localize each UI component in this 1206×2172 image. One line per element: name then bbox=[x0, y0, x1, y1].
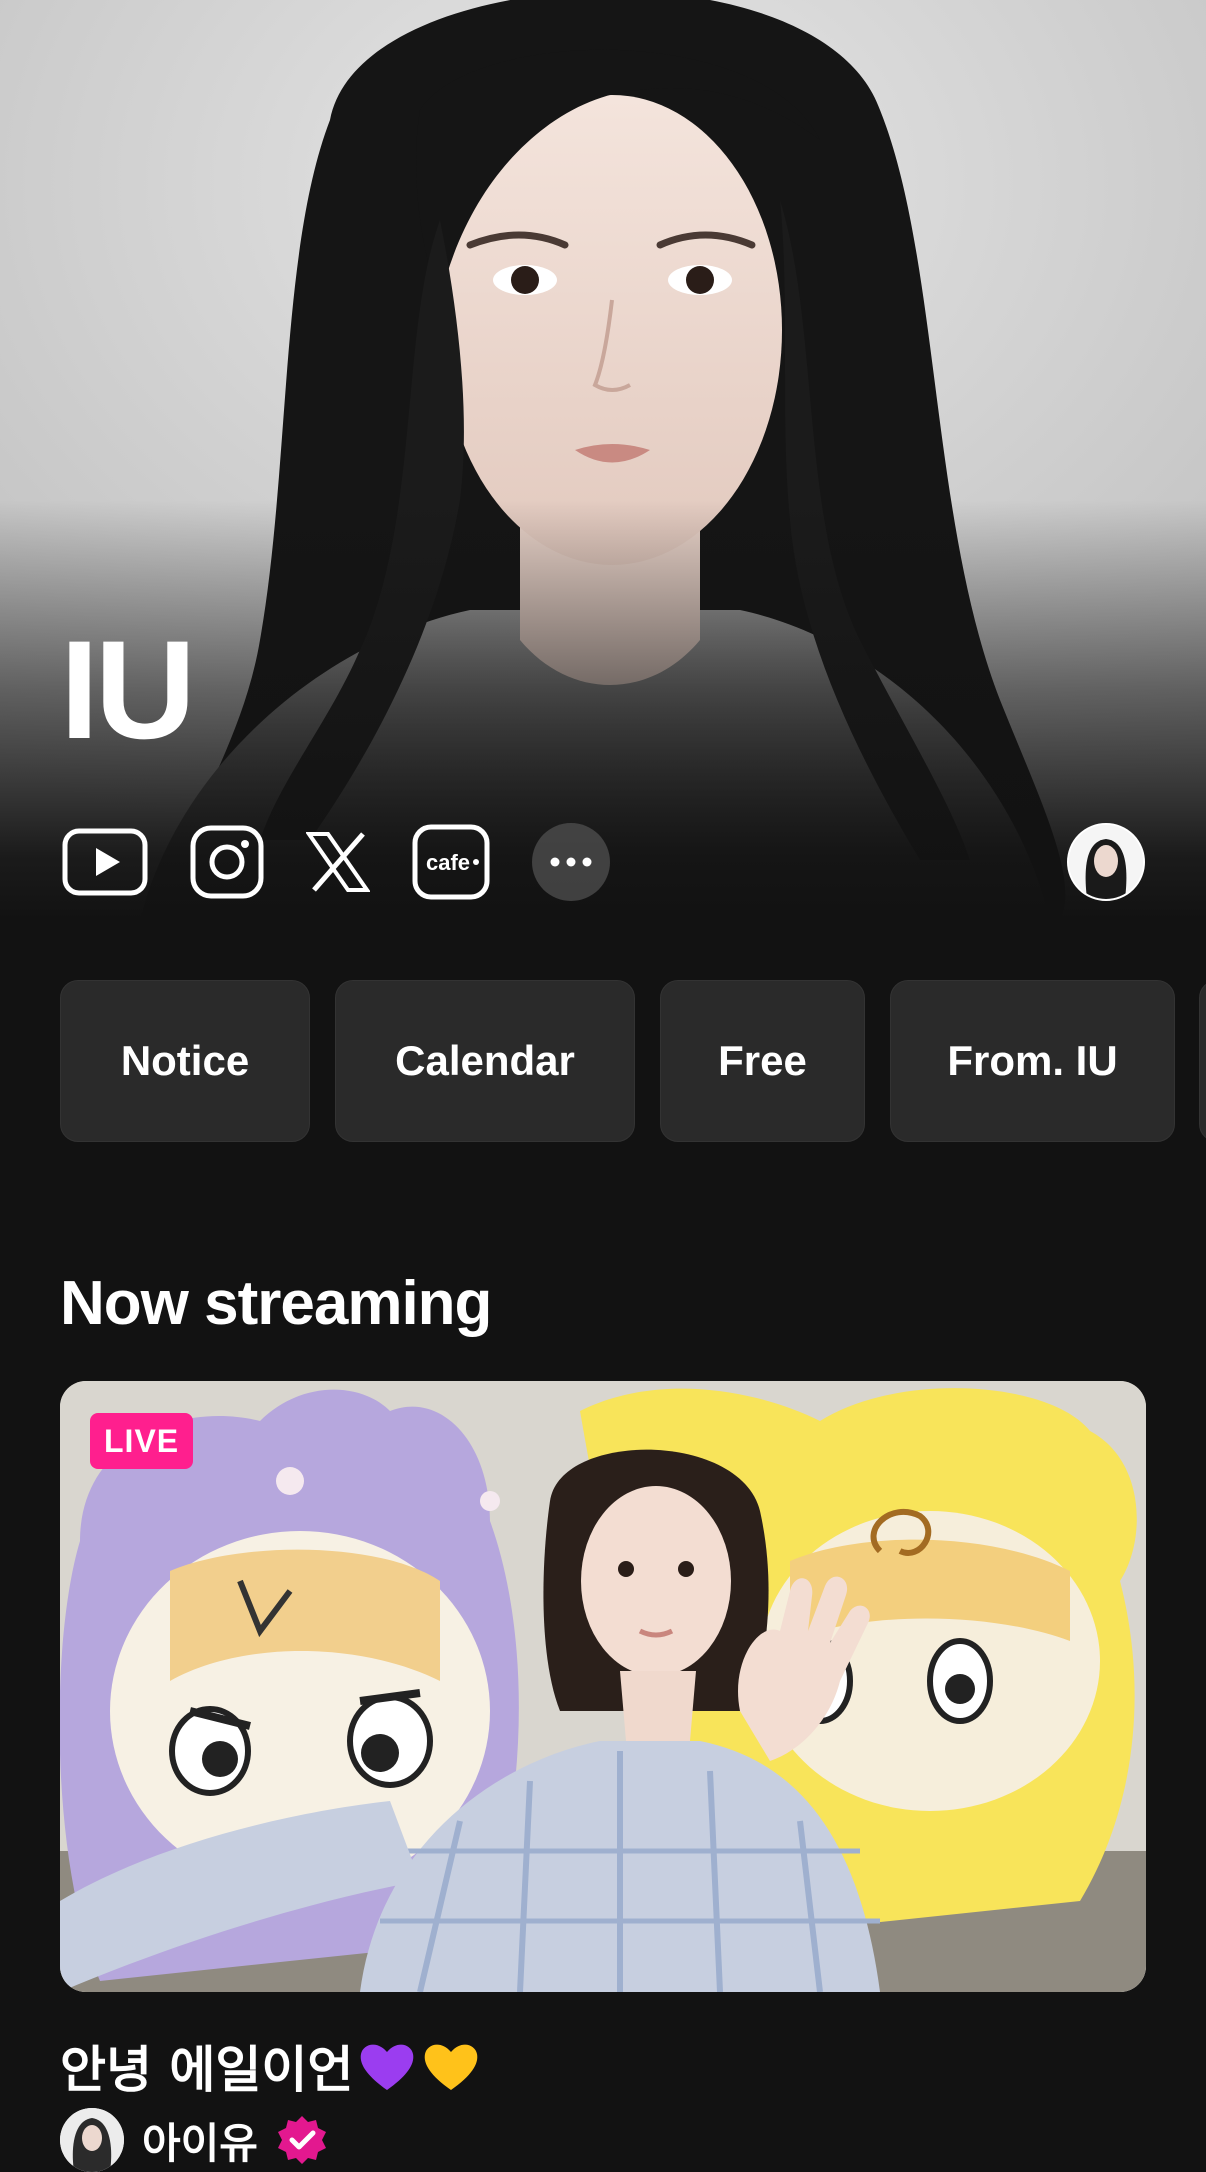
tab-calendar[interactable]: Calendar bbox=[335, 980, 635, 1142]
live-badge: LIVE bbox=[90, 1413, 194, 1469]
social-links: cafe bbox=[62, 822, 610, 902]
profile-avatar[interactable] bbox=[1067, 823, 1145, 901]
live-stream-thumbnail[interactable]: LIVE bbox=[60, 1381, 1146, 1992]
x-icon[interactable] bbox=[306, 831, 370, 893]
purple-heart-icon bbox=[361, 2044, 414, 2090]
board-tabs: Notice Calendar Free From. IU bbox=[60, 980, 1175, 1142]
instagram-icon[interactable] bbox=[190, 825, 264, 899]
tab-overflow-peek[interactable] bbox=[1199, 980, 1206, 1142]
author-name: 아이유 bbox=[142, 2118, 258, 2168]
tab-from-iu[interactable]: From. IU bbox=[890, 980, 1175, 1142]
verified-badge-icon bbox=[277, 2116, 326, 2164]
artist-header: IU cafe bbox=[0, 0, 1206, 920]
more-icon[interactable] bbox=[532, 823, 610, 901]
stream-title[interactable]: 안녕 에일이언 bbox=[60, 2030, 481, 2102]
section-title-now-streaming: Now streaming bbox=[60, 1269, 492, 1338]
cafe-icon-label: cafe bbox=[426, 850, 470, 875]
author-avatar bbox=[60, 2108, 124, 2172]
stream-thumbnail-image bbox=[60, 1381, 1146, 1992]
cafe-icon[interactable]: cafe bbox=[412, 824, 490, 900]
tab-free[interactable]: Free bbox=[660, 980, 865, 1142]
youtube-icon[interactable] bbox=[62, 828, 148, 896]
tab-notice[interactable]: Notice bbox=[60, 980, 310, 1142]
artist-name: IU bbox=[60, 611, 196, 768]
stream-author[interactable]: 아이유 bbox=[60, 2108, 328, 2172]
yellow-heart-icon bbox=[425, 2044, 478, 2090]
stream-title-text: 안녕 에일이언 bbox=[60, 2041, 354, 2099]
